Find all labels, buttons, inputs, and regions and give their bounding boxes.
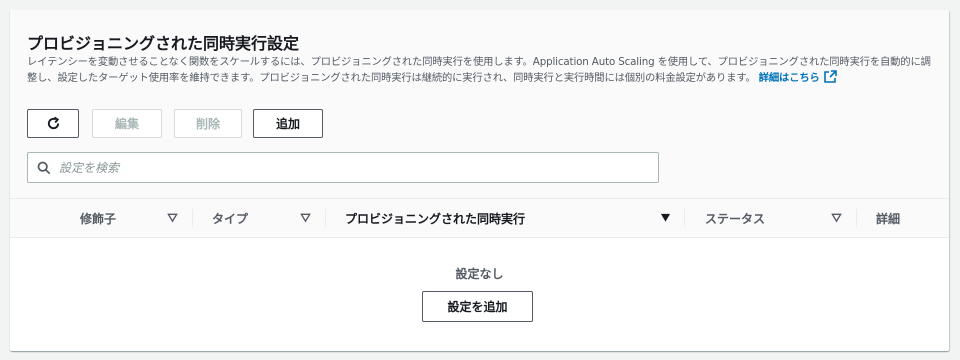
column-header-label: プロビジョニングされた同時実行 bbox=[345, 211, 526, 226]
empty-state-text: 設定なし bbox=[455, 267, 504, 281]
sort-unsorted-icon[interactable] bbox=[300, 212, 311, 223]
details-link[interactable]: 詳細はこちら bbox=[758, 69, 837, 84]
column-divider[interactable] bbox=[684, 209, 685, 227]
column-header-label: 詳細 bbox=[876, 211, 901, 226]
search-box bbox=[27, 152, 659, 183]
provisioned-concurrency-panel: プロビジョニングされた同時実行設定 レイテンシーを変動させることなく関数をスケー… bbox=[10, 10, 949, 351]
external-link-icon bbox=[823, 69, 837, 83]
panel-title: プロビジョニングされた同時実行設定 bbox=[27, 34, 300, 53]
refresh-button[interactable] bbox=[27, 109, 79, 138]
column-header-label: ステータス bbox=[705, 211, 766, 226]
column-header-details: 詳細 bbox=[876, 199, 900, 237]
add-button[interactable]: 追加 bbox=[253, 109, 323, 138]
column-divider[interactable] bbox=[192, 209, 193, 227]
column-header-label: タイプ bbox=[212, 211, 249, 226]
panel-description: レイテンシーを変動させることなく関数をスケールするには、プロビジョニングされた同… bbox=[27, 55, 932, 85]
edit-button[interactable]: 編集 bbox=[92, 109, 162, 138]
column-header-qualifier[interactable]: 修飾子 bbox=[80, 199, 116, 237]
refresh-icon bbox=[47, 116, 59, 130]
column-header-label: 修飾子 bbox=[80, 211, 117, 226]
details-link-label: 詳細はこちら bbox=[758, 71, 820, 84]
table-header: 修飾子 タイプ プロビジョニングされた同時実行 ステータス 詳細 bbox=[10, 199, 949, 238]
column-header-provisioned-concurrency[interactable]: プロビジョニングされた同時実行 bbox=[345, 199, 525, 237]
column-divider[interactable] bbox=[856, 209, 857, 227]
column-header-status[interactable]: ステータス bbox=[705, 199, 765, 237]
panel-header: プロビジョニングされた同時実行設定 レイテンシーを変動させることなく関数をスケー… bbox=[10, 10, 949, 199]
search-input[interactable] bbox=[57, 159, 641, 176]
sort-unsorted-icon[interactable] bbox=[831, 212, 842, 223]
column-divider[interactable] bbox=[325, 209, 326, 227]
table-empty-state: 設定なし 設定を追加 bbox=[10, 238, 949, 351]
sort-unsorted-icon[interactable] bbox=[167, 212, 178, 223]
column-header-type[interactable]: タイプ bbox=[212, 199, 248, 237]
add-setting-button[interactable]: 設定を追加 bbox=[422, 291, 533, 322]
search-icon bbox=[37, 161, 51, 174]
sort-descending-icon[interactable] bbox=[660, 212, 671, 223]
delete-button[interactable]: 削除 bbox=[174, 109, 242, 138]
